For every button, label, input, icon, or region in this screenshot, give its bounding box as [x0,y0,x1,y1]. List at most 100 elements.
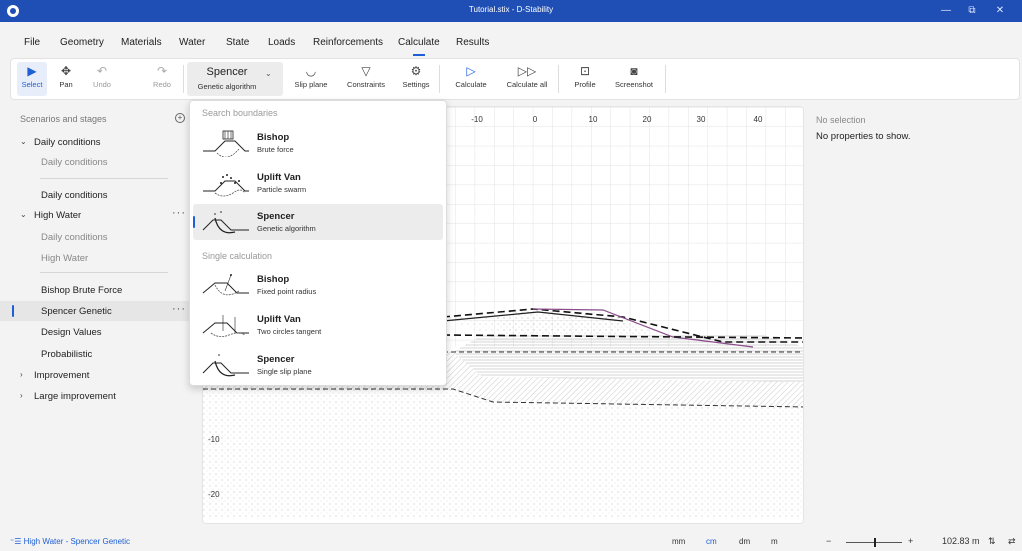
scenario-label: Daily conditions [34,137,101,148]
maximize-button[interactable]: ⧉ [962,3,982,19]
option-title: Uplift Van [257,314,301,325]
scenario-improvement[interactable]: › Improvement [0,365,190,385]
calculate-button[interactable]: ▷ Calculate [451,62,491,96]
profile-label: Profile [574,80,596,89]
x-tick-label: 10 [589,115,598,124]
option-title: Bishop [257,274,290,285]
breadcrumb[interactable]: ⁼☰ High Water - Spencer Genetic [10,537,130,546]
redo-button[interactable]: ↷ Redo [147,62,177,96]
stage-divider [40,272,168,273]
option-bishop-brute-force[interactable]: Bishop Brute force [193,125,443,161]
calculation-item[interactable]: Design Values [0,322,190,342]
settings-label: Settings [402,80,430,89]
bishop-fixed-point-radius-icon [202,274,249,296]
zoom-value: 102.83 m [942,536,980,546]
ribbon-divider [558,65,559,93]
unit-cm[interactable]: cm [706,537,717,546]
profile-button[interactable]: ⊡ Profile [567,62,603,96]
option-uplift-van-particle-swarm[interactable]: Uplift Van Particle swarm [193,165,443,201]
add-scenario-icon[interactable]: + [175,113,185,123]
chevron-down-icon: ⌄ [20,210,27,219]
menu-water[interactable]: Water [179,37,205,48]
screenshot-button[interactable]: ◙ Screenshot [609,62,659,96]
menu-state[interactable]: State [226,37,249,48]
x-tick-label: 20 [643,115,652,124]
unit-m[interactable]: m [771,537,778,546]
unit-mm[interactable]: mm [672,537,685,546]
calculation-label: Probabilistic [41,349,93,360]
menu-results[interactable]: Results [456,37,489,48]
undo-label: Undo [93,80,111,89]
settings-button[interactable]: ⚙ Settings [398,62,434,96]
x-tick-label: 40 [754,115,763,124]
menu-materials[interactable]: Materials [121,37,162,48]
stage-item[interactable]: High Water [0,248,190,268]
properties-header: No selection [816,115,866,125]
horizontal-flip-icon[interactable]: ⇄ [1008,536,1016,547]
scenarios-header: Scenarios and stages [20,114,107,124]
menu-calculate[interactable]: Calculate [398,37,440,56]
zoom-out-icon[interactable]: − [826,536,831,546]
ribbon-divider [439,65,440,93]
slip-plane-button[interactable]: ◡ Slip plane [291,62,331,96]
scenario-label: High Water [34,210,82,221]
chevron-down-icon: ⌄ [20,137,27,146]
redo-label: Redo [153,80,171,89]
calculation-item[interactable]: Bishop Brute Force [0,280,190,300]
stage-item[interactable]: Daily conditions [0,152,190,172]
option-spencer-single-slip-plane[interactable]: Spencer Single slip plane [193,347,443,383]
unit-dm[interactable]: dm [739,537,750,546]
uplift-van-particle-swarm-icon [203,174,249,197]
zoom-slider-handle[interactable] [874,538,876,547]
calculate-all-button[interactable]: ▷▷ Calculate all [501,62,553,96]
stage-label: Daily conditions [41,232,108,243]
sand-layer [203,389,803,517]
x-tick-label: 30 [697,115,706,124]
spencer-genetic-algorithm-icon [202,211,249,234]
select-button[interactable]: ▶ Select [17,62,47,96]
calculation-item[interactable]: Probabilistic [0,344,190,364]
scenario-daily-conditions[interactable]: ⌄ Daily conditions [0,132,190,152]
slip-plane-label: Slip plane [294,80,328,89]
option-subtitle: Genetic algorithm [257,224,316,233]
method-dropdown[interactable]: Spencer Genetic algorithm ⌄ [187,62,283,96]
zoom-in-icon[interactable]: + [908,536,913,546]
menu-geometry[interactable]: Geometry [60,37,104,48]
profile-icon: ⊡ [579,64,591,78]
status-context: High Water - Spencer Genetic [23,537,131,546]
option-uplift-van-two-circles[interactable]: Uplift Van Two circles tangent [193,307,443,343]
calculate-all-label: Calculate all [506,80,548,89]
constraints-button[interactable]: ▽ Constraints [341,62,391,96]
undo-icon: ↶ [96,64,108,78]
close-button[interactable]: ✕ [990,3,1010,19]
calculation-item[interactable]: Daily conditions [0,185,190,205]
option-subtitle: Fixed point radius [257,287,317,296]
gear-icon: ⚙ [410,64,422,78]
vertical-flip-icon[interactable]: ⇅ [988,536,996,547]
minimize-button[interactable]: — [936,3,956,19]
undo-button[interactable]: ↶ Undo [85,62,119,96]
method-dropdown-menu: Search boundaries Bishop Brute force Upl… [189,100,447,386]
calculation-label: Spencer Genetic [41,306,112,317]
y-tick-label: -10 [208,435,220,444]
uplift-van-two-circles-icon [202,315,249,337]
stage-item[interactable]: Daily conditions [0,227,190,247]
pan-button[interactable]: ✥ Pan [51,62,81,96]
option-bishop-fixed-point-radius[interactable]: Bishop Fixed point radius [193,267,443,303]
menu-file[interactable]: File [24,37,40,48]
menu-loads[interactable]: Loads [268,37,295,48]
stage-divider [40,178,168,179]
window-title: Tutorial.stix - D-Stability [468,5,554,14]
option-spencer-genetic-algorithm[interactable]: Spencer Genetic algorithm [193,204,443,240]
menu-reinforcements[interactable]: Reinforcements [313,37,383,48]
properties-panel: No selection No properties to show. [808,104,1020,524]
scenario-high-water[interactable]: ⌄ High Water ··· [0,205,190,225]
more-options-icon[interactable]: ··· [172,207,186,219]
calculation-label: Daily conditions [41,190,108,201]
option-title: Uplift Van [257,172,301,183]
option-subtitle: Single slip plane [257,367,312,376]
more-options-icon[interactable]: ··· [172,303,186,315]
select-label: Select [21,80,43,89]
scenario-large-improvement[interactable]: › Large improvement [0,386,190,406]
calculation-item-selected[interactable]: Spencer Genetic ··· [0,301,190,321]
